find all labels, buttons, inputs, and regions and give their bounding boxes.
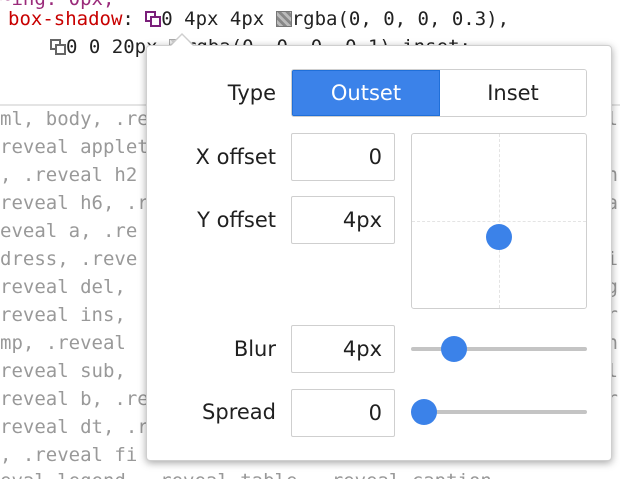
type-label: Type (227, 81, 276, 105)
y-offset-label: Y offset (197, 208, 276, 232)
shadow-swatch-icon-2[interactable] (50, 39, 66, 55)
selector-line[interactable]: reveal applet (0, 136, 149, 158)
selector-line[interactable]: reveal del, (0, 276, 126, 298)
blur-label: Blur (233, 337, 276, 361)
shadow1-color[interactable]: rgba(0, 0, 0, 0.3), (292, 8, 509, 30)
selector-line[interactable]: reveal b, .re (0, 388, 149, 410)
x-offset-input[interactable]: 0 (291, 133, 395, 181)
selector-line[interactable]: , .reveal fi (0, 444, 137, 466)
shadow2-value[interactable]: 0 0 20px (66, 36, 158, 58)
blur-input[interactable]: 4px (291, 325, 395, 373)
spread-slider-thumb[interactable] (411, 399, 437, 425)
selector-line[interactable]: reveal ins, (0, 304, 126, 326)
blur-slider-thumb[interactable] (441, 336, 467, 362)
type-toggle: Outset Inset (291, 69, 587, 117)
selector-line[interactable]: reveal h6, .r (0, 192, 149, 214)
selector-line[interactable]: eval legend, .reveal table, .reveal capt… (0, 470, 503, 479)
blur-slider-track (411, 347, 587, 351)
blur-slider[interactable] (411, 336, 587, 362)
color-swatch-icon[interactable] (275, 11, 292, 27)
shadow1-value[interactable]: 0 4px 4px (161, 8, 264, 30)
selector-line[interactable]: , .reveal h2 (0, 164, 137, 186)
offset-vector-pad[interactable] (411, 133, 587, 309)
selector-line[interactable]: dress, .reve (0, 248, 137, 270)
selector-line[interactable]: mp, .reveal (0, 332, 126, 354)
inset-option[interactable]: Inset (440, 70, 586, 116)
spread-slider-track (411, 410, 587, 414)
selector-line[interactable]: reveal dt, .r (0, 416, 149, 438)
property-name[interactable]: box-shadow (8, 8, 122, 30)
offset-knob[interactable] (486, 224, 512, 250)
outset-option[interactable]: Outset (292, 70, 440, 116)
y-offset-input[interactable]: 4px (291, 196, 395, 244)
box-shadow-declaration[interactable]: box-shadow: 0 4px 4px rgba(0, 0, 0, 0.3)… (8, 8, 509, 30)
shadow-swatch-icon[interactable] (145, 11, 162, 27)
spread-slider[interactable] (411, 399, 587, 425)
spread-input[interactable]: 0 (291, 389, 395, 437)
spread-label: Spread (202, 400, 276, 424)
selector-line[interactable]: eveal a, .re (0, 220, 137, 242)
pad-vertical-guide (499, 134, 500, 308)
selector-line[interactable]: reveal sub, (0, 360, 126, 382)
popover-arrow-inner (171, 35, 193, 46)
x-offset-label: X offset (195, 145, 276, 169)
